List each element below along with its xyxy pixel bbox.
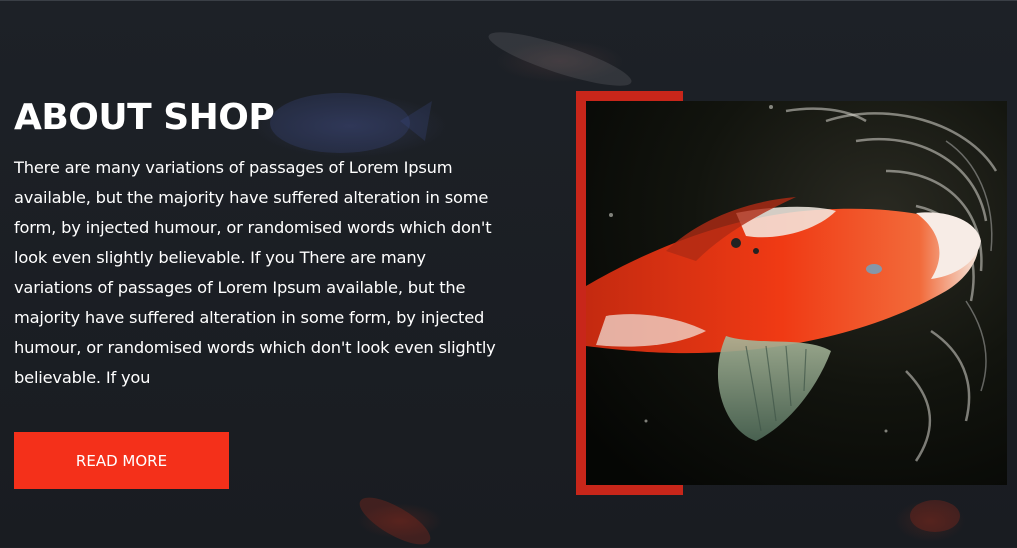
koi-fish-image <box>586 101 1007 485</box>
about-section: ABOUT SHOP There are many variations of … <box>0 0 1017 547</box>
read-more-button[interactable]: READ MORE <box>14 432 229 489</box>
section-title: ABOUT SHOP <box>14 97 275 138</box>
section-description: There are many variations of passages of… <box>14 158 496 387</box>
